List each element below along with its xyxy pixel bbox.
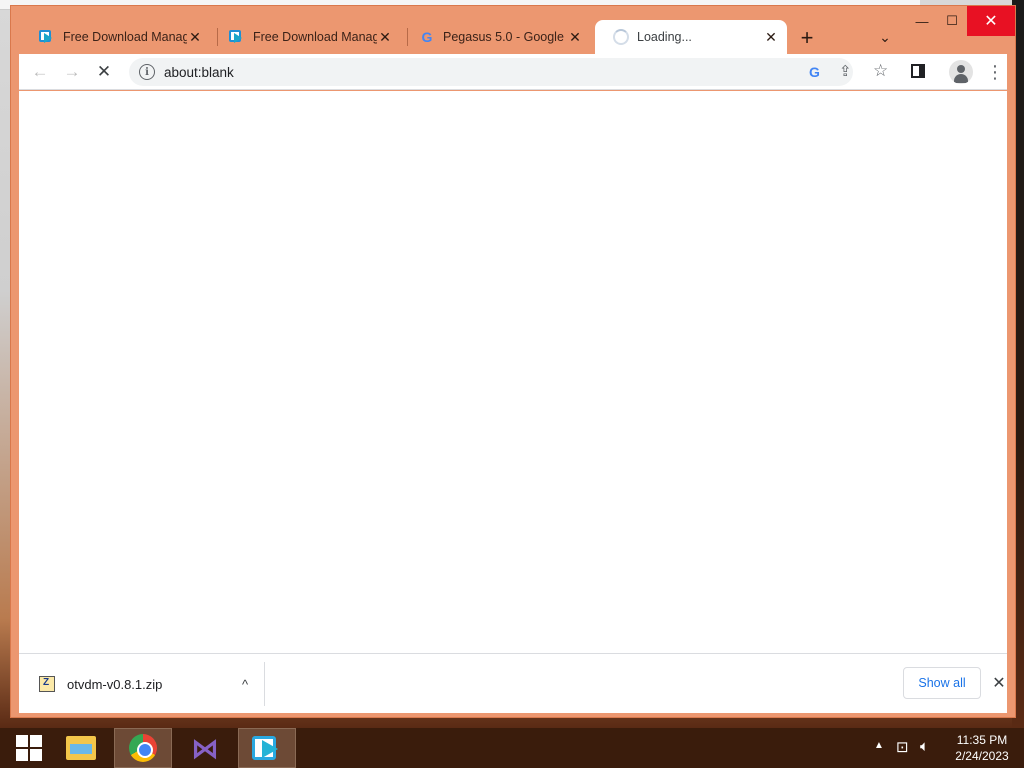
site-info-icon[interactable]: i: [139, 64, 155, 80]
zip-file-icon: [39, 676, 55, 692]
clock-date: 2/24/2023: [955, 749, 1009, 763]
side-panel-icon[interactable]: [911, 64, 925, 78]
stop-loading-button[interactable]: ✕: [91, 59, 117, 85]
google-icon: G: [421, 29, 433, 45]
close-tab-icon[interactable]: ✕: [567, 29, 583, 45]
close-shelf-icon[interactable]: ✕: [989, 673, 1009, 693]
tab-label: Loading...: [637, 30, 692, 44]
tab-free-download-manager-2[interactable]: Free Download Manager ✕: [211, 20, 401, 54]
browser-window: Free Download Manager ✕ Free Download Ma…: [10, 5, 1016, 718]
volume-icon[interactable]: 🔈︎: [920, 738, 929, 755]
chevron-up-icon[interactable]: ^: [235, 674, 255, 694]
fdm-icon: [252, 734, 282, 762]
loading-spinner-icon: [613, 29, 629, 45]
back-button[interactable]: ←: [27, 59, 53, 85]
taskbar-visual-studio[interactable]: ⋈: [176, 728, 234, 768]
maximize-button[interactable]: ☐: [937, 6, 967, 36]
show-all-button[interactable]: Show all: [903, 667, 981, 699]
page-content[interactable]: [19, 91, 1007, 653]
file-explorer-icon: [66, 736, 96, 760]
start-button[interactable]: [0, 728, 58, 768]
visual-studio-icon: ⋈: [191, 731, 219, 765]
minimize-button[interactable]: —: [907, 6, 937, 36]
tab-label: Free Download Manager: [63, 30, 187, 44]
tab-pegasus-google-search[interactable]: G Pegasus 5.0 - Google Search ✕: [401, 20, 591, 54]
fdm-icon: [229, 29, 245, 45]
shelf-divider: [264, 662, 265, 706]
network-icon[interactable]: ⊡: [896, 738, 909, 756]
browser-toolbar: ← → ✕ i about:blank G ⇪ ☆ ⋮: [19, 54, 1007, 90]
windows-logo-icon: [16, 735, 42, 761]
address-bar[interactable]: i about:blank G ⇪ ☆: [129, 58, 888, 86]
system-clock[interactable]: 11:35 PM 2/24/2023: [948, 732, 1016, 764]
taskbar-chrome[interactable]: [114, 728, 172, 768]
tab-free-download-manager-1[interactable]: Free Download Manager ✕: [21, 20, 211, 54]
title-bar[interactable]: Free Download Manager ✕ Free Download Ma…: [11, 6, 1015, 54]
close-tab-icon[interactable]: ✕: [377, 29, 393, 45]
tab-search-chevron-icon[interactable]: ⌄: [875, 27, 895, 47]
taskbar-free-download-manager[interactable]: [238, 728, 296, 768]
share-icon[interactable]: ⇪: [839, 62, 852, 80]
download-item[interactable]: otvdm-v0.8.1.zip ^: [29, 662, 255, 706]
tab-label: Free Download Manager: [253, 30, 377, 44]
tab-label: Pegasus 5.0 - Google Search: [443, 30, 567, 44]
forward-button[interactable]: →: [59, 59, 85, 85]
download-shelf: otvdm-v0.8.1.zip ^ Show all ✕: [19, 653, 1007, 713]
taskbar: ⋈ ▲ ⊡ 🔈︎ 11:35 PM 2/24/2023: [0, 728, 1024, 768]
url-text[interactable]: about:blank: [164, 65, 234, 80]
browser-menu-icon[interactable]: ⋮: [985, 59, 1005, 85]
tab-loading[interactable]: Loading... ✕: [595, 20, 787, 54]
fdm-icon: [39, 29, 55, 45]
profile-avatar-icon[interactable]: [949, 60, 973, 84]
chrome-icon: [129, 734, 157, 762]
taskbar-file-explorer[interactable]: [52, 728, 110, 768]
window-close-button[interactable]: ✕: [967, 6, 1015, 36]
new-tab-button[interactable]: +: [795, 26, 819, 50]
google-lens-icon[interactable]: G: [809, 64, 820, 80]
bookmark-star-icon[interactable]: ☆: [873, 61, 888, 81]
close-tab-icon[interactable]: ✕: [187, 29, 203, 45]
show-hidden-icons-icon[interactable]: ▲: [874, 740, 884, 751]
download-file-name: otvdm-v0.8.1.zip: [67, 676, 163, 692]
close-tab-icon[interactable]: ✕: [763, 29, 779, 45]
clock-time: 11:35 PM: [956, 733, 1008, 747]
